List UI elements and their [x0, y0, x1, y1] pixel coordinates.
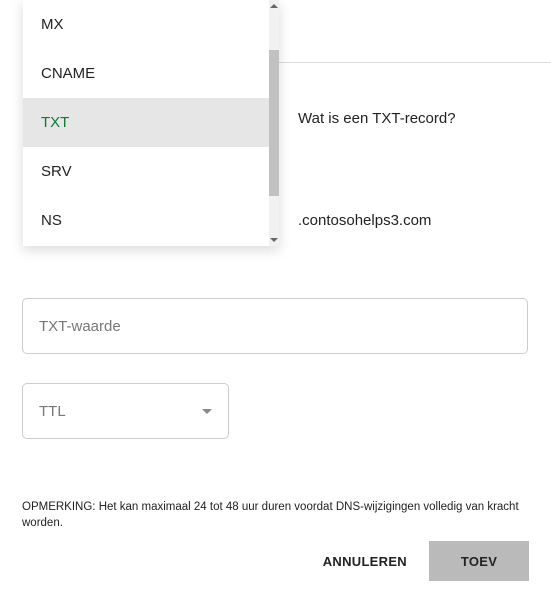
- scrollbar-thumb[interactable]: [269, 50, 279, 196]
- chevron-down-icon: [202, 409, 212, 414]
- add-button[interactable]: TOEV: [429, 541, 529, 581]
- scroll-up-icon[interactable]: [269, 0, 279, 12]
- txt-record-info-link[interactable]: Wat is een TXT-record?: [298, 110, 456, 127]
- record-type-dropdown[interactable]: MX CNAME TXT SRV NS: [23, 0, 279, 246]
- scroll-down-icon[interactable]: [269, 234, 279, 246]
- section-divider: [276, 62, 551, 63]
- ttl-placeholder: TTL: [39, 403, 66, 420]
- note-body: Het kan maximaal 24 tot 48 uur duren voo…: [22, 501, 519, 529]
- ttl-select[interactable]: TTL: [22, 383, 229, 439]
- domain-suffix-label: .contosohelps3.com: [298, 212, 431, 229]
- txt-value-input[interactable]: [22, 298, 528, 354]
- dropdown-option-ns[interactable]: NS: [23, 196, 279, 245]
- dropdown-option-srv[interactable]: SRV: [23, 147, 279, 196]
- dropdown-option-mx[interactable]: MX: [23, 0, 279, 49]
- dropdown-option-cname[interactable]: CNAME: [23, 49, 279, 98]
- action-buttons: ANNULEREN TOEV: [323, 541, 529, 581]
- note-label: OPMERKING:: [22, 501, 95, 513]
- dropdown-option-txt[interactable]: TXT: [23, 98, 279, 147]
- dropdown-list: MX CNAME TXT SRV NS: [23, 0, 279, 246]
- dns-note: OPMERKING: Het kan maximaal 24 tot 48 uu…: [22, 499, 551, 531]
- cancel-button[interactable]: ANNULEREN: [323, 554, 407, 569]
